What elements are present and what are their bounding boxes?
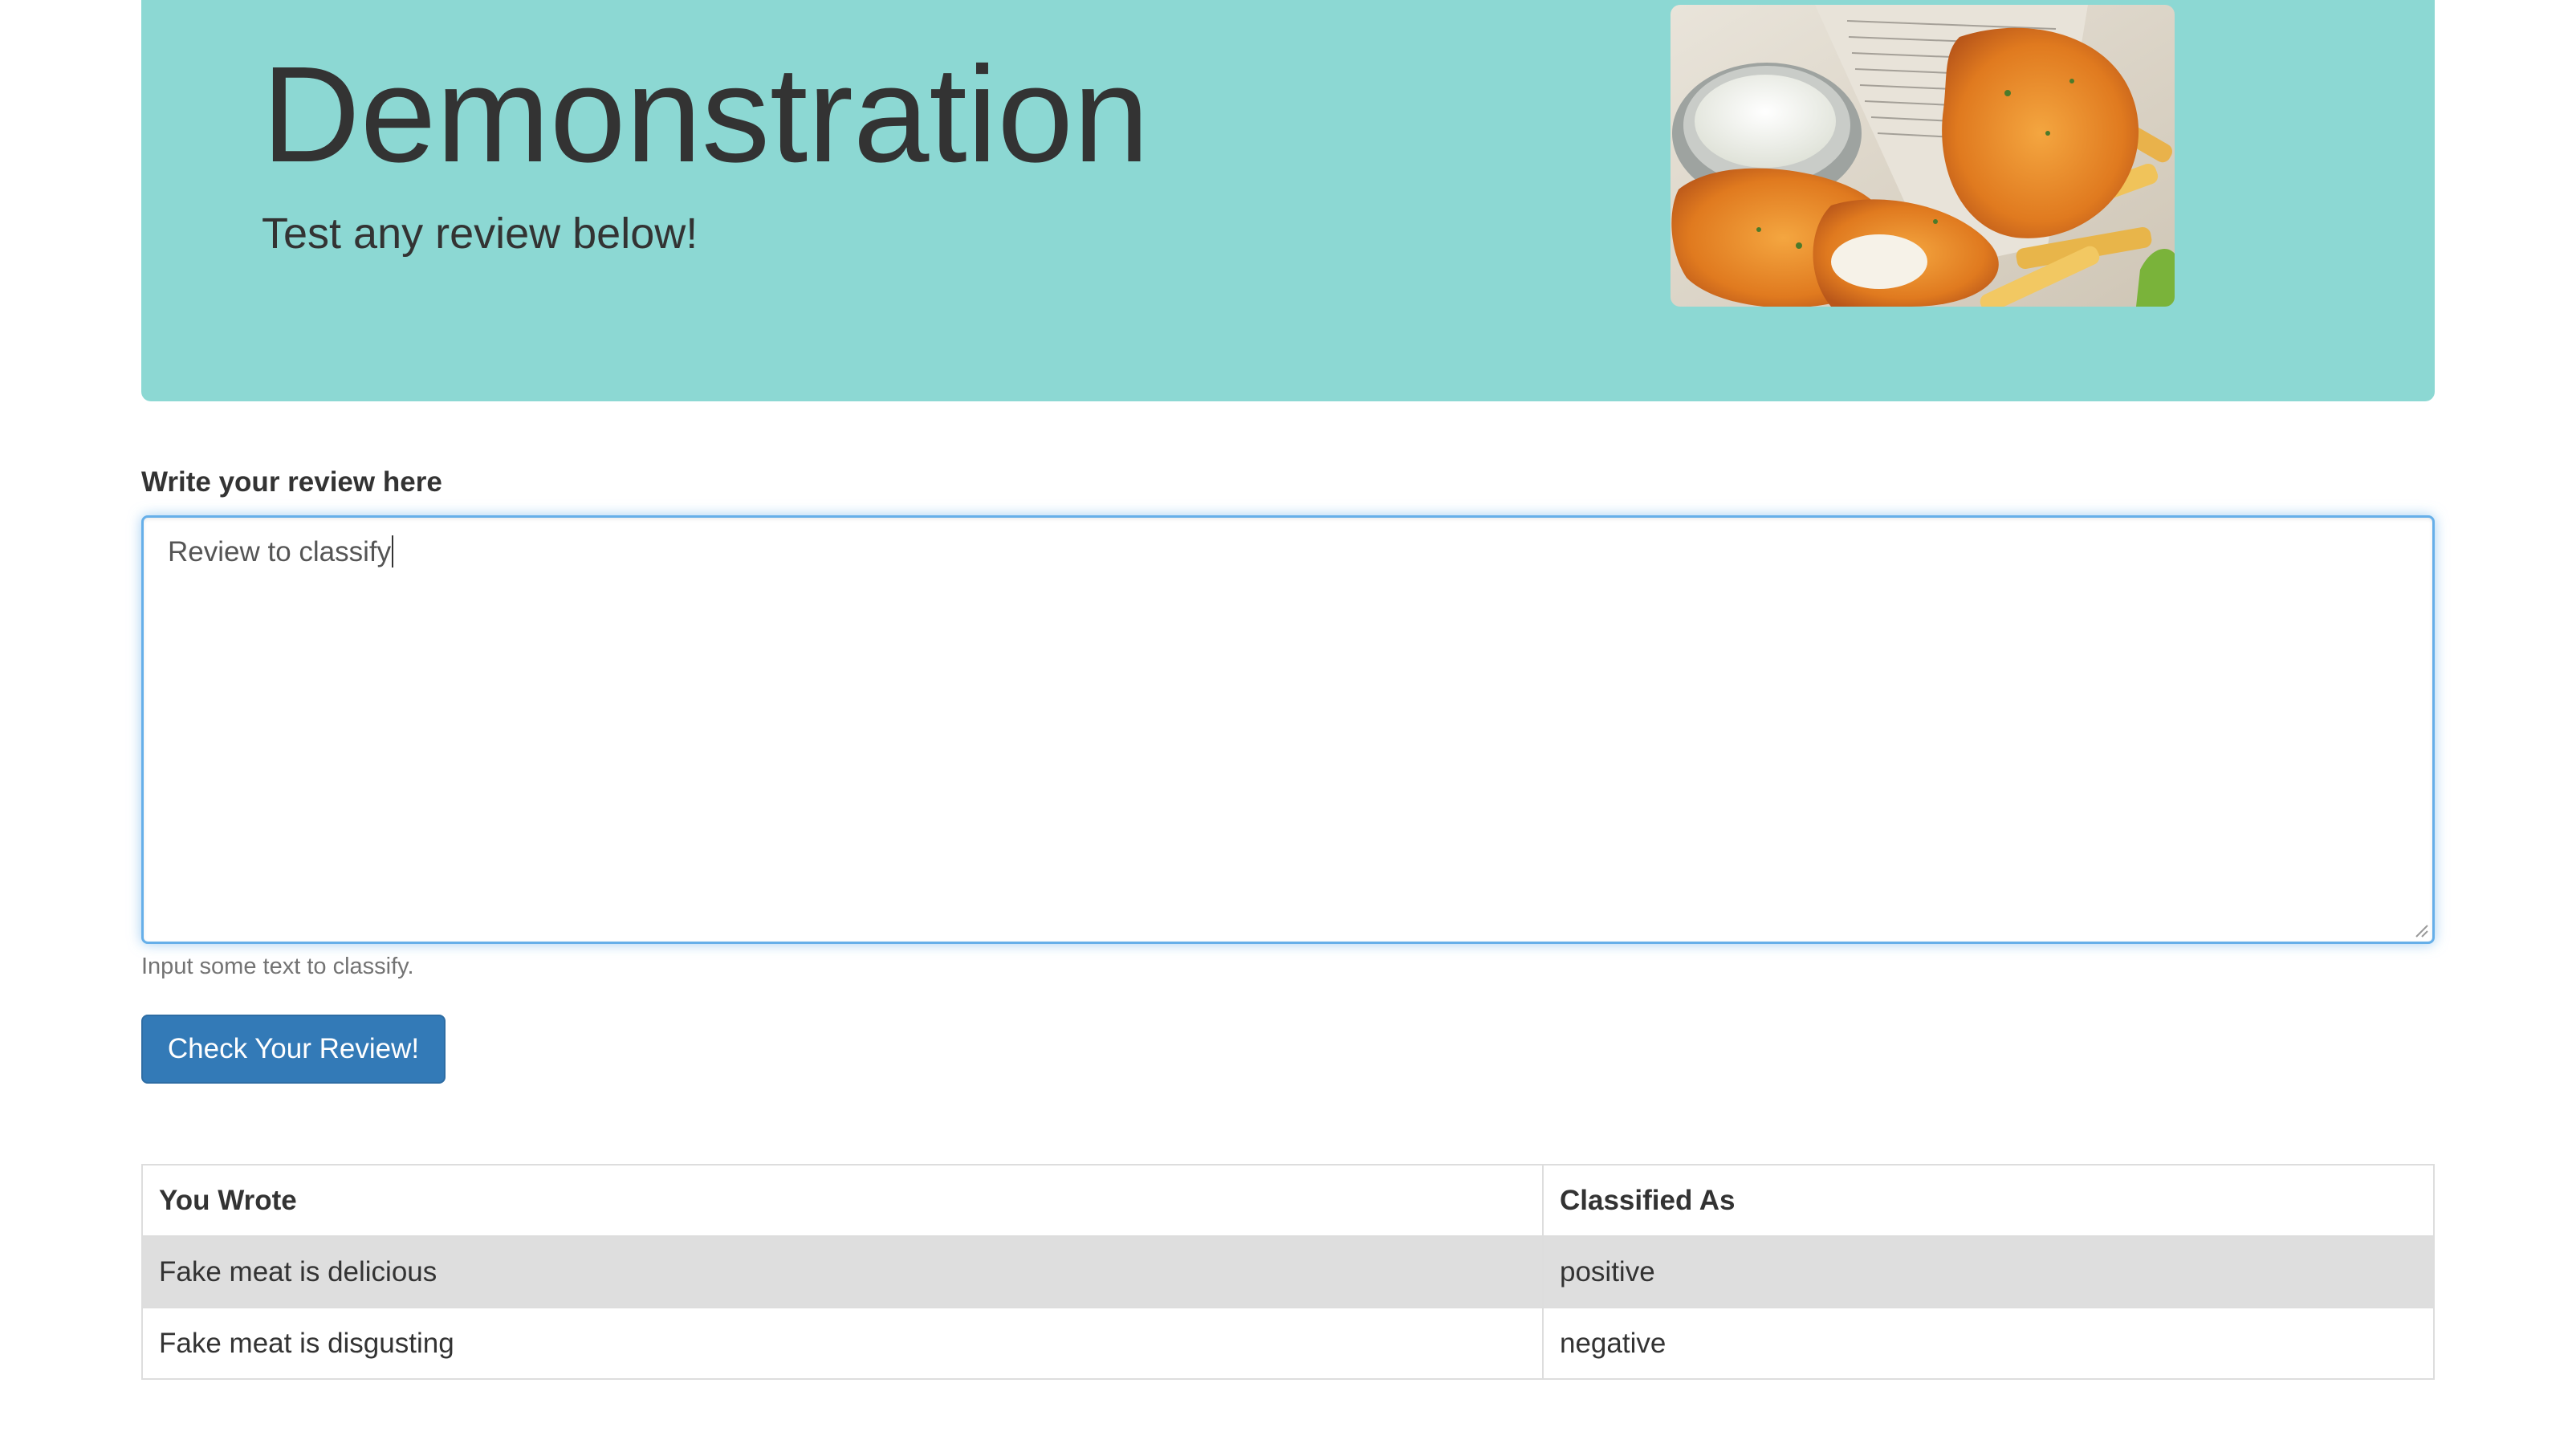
text-cursor: [392, 535, 394, 567]
resize-grip-icon[interactable]: [2411, 921, 2429, 938]
classification-cell: negative: [1542, 1307, 2435, 1380]
review-textarea[interactable]: Review to classify: [141, 515, 2435, 944]
help-text: Input some text to classify.: [141, 954, 414, 979]
review-textarea-value[interactable]: Review to classify: [168, 532, 394, 572]
page-title: Demonstration: [262, 39, 1150, 191]
fish-and-chips-image: [1671, 5, 2175, 307]
classification-cell: positive: [1542, 1235, 2435, 1308]
results-table: You Wrote Classified As Fake meat is del…: [141, 1164, 2435, 1380]
jumbotron-banner: Demonstration Test any review below!: [141, 0, 2435, 401]
table-row: Fake meat is disgusting negative: [141, 1307, 2435, 1380]
review-label: Write your review here: [141, 466, 442, 498]
column-header-classified-as: Classified As: [1542, 1164, 2435, 1237]
table-header-row: You Wrote Classified As: [141, 1164, 2435, 1237]
review-text-cell: Fake meat is disgusting: [141, 1307, 1544, 1380]
review-text-cell: Fake meat is delicious: [141, 1235, 1544, 1308]
page-subtitle: Test any review below!: [262, 210, 698, 258]
table-row: Fake meat is delicious positive: [141, 1235, 2435, 1308]
check-review-button[interactable]: Check Your Review!: [141, 1015, 446, 1084]
column-header-you-wrote: You Wrote: [141, 1164, 1544, 1237]
